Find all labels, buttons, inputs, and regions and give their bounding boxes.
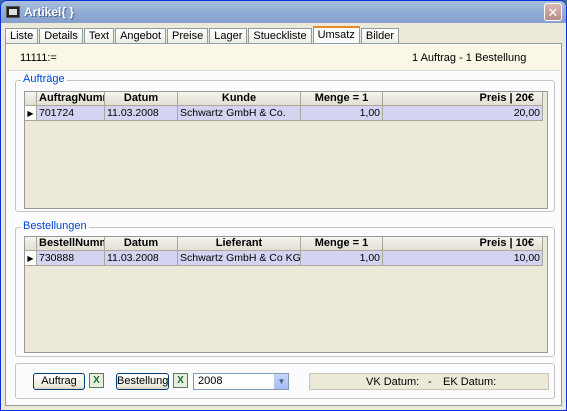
auftraege-grid[interactable]: AuftragNumme Datum Kunde Menge = 1 Preis… xyxy=(24,91,548,209)
row-pointer-icon: ▶ xyxy=(25,251,37,266)
table-cell[interactable]: Schwartz GmbH & Co. xyxy=(178,106,301,121)
table-cell[interactable]: 730888 xyxy=(37,251,105,266)
auftrag-button[interactable]: Auftrag xyxy=(33,373,85,390)
info-bar: 11111:= 1 Auftrag - 1 Bestellung xyxy=(7,45,560,71)
column-header[interactable]: Datum xyxy=(105,92,178,106)
close-button[interactable]: ✕ xyxy=(544,3,562,21)
column-header[interactable]: Menge = 1 xyxy=(301,237,383,251)
table-cell[interactable]: 11.03.2008 xyxy=(105,106,178,121)
tab-umsatz[interactable]: Umsatz xyxy=(312,26,360,44)
grid-header: AuftragNumme Datum Kunde Menge = 1 Preis… xyxy=(25,92,547,106)
tab-preise[interactable]: Preise xyxy=(167,28,209,44)
column-header[interactable]: BestellNumme xyxy=(37,237,105,251)
tab-angebot[interactable]: Angebot xyxy=(115,28,167,44)
year-value: 2008 xyxy=(198,375,223,387)
tab-bilder[interactable]: Bilder xyxy=(360,28,399,44)
table-cell[interactable]: Schwartz GmbH & Co KG xyxy=(178,251,301,266)
bestellungen-group: Bestellungen BestellNumme Datum Lieferan… xyxy=(15,220,555,357)
footer-bar: Auftrag X Bestellung X 2008 ▼ VK Datum: … xyxy=(15,363,555,399)
bestellung-button[interactable]: Bestellung xyxy=(116,373,169,390)
tab-strip: Liste Details Text Angebot Preise Lager … xyxy=(5,26,400,44)
artikel-window: Artikel{ } ✕ Liste Details Text Angebot … xyxy=(0,0,567,411)
date-status-box: VK Datum: - EK Datum: xyxy=(309,373,549,390)
column-header[interactable]: Kunde xyxy=(178,92,301,106)
grid-header: BestellNumme Datum Lieferant Menge = 1 P… xyxy=(25,237,547,251)
column-header[interactable]: Preis | 20€ xyxy=(383,92,543,106)
auftraege-group: Aufträge AuftragNumme Datum Kunde Menge … xyxy=(15,73,555,212)
tab-liste[interactable]: Liste xyxy=(5,28,39,44)
ek-date-label: EK Datum: xyxy=(443,376,497,388)
table-cell[interactable]: 1,00 xyxy=(301,106,383,121)
table-row[interactable]: ▶ 730888 11.03.2008 Schwartz GmbH & Co K… xyxy=(25,251,547,266)
column-header[interactable]: AuftragNumme xyxy=(37,92,105,106)
excel-export-icon[interactable]: X xyxy=(173,373,188,388)
summary-text: 1 Auftrag - 1 Bestellung xyxy=(412,52,527,64)
vk-date-label: VK Datum: xyxy=(366,376,420,388)
tab-text[interactable]: Text xyxy=(83,28,115,44)
article-key: 11111:= xyxy=(20,52,57,64)
table-cell[interactable]: 10,00 xyxy=(383,251,543,266)
bestellungen-legend: Bestellungen xyxy=(21,220,89,232)
chevron-down-icon[interactable]: ▼ xyxy=(274,374,288,389)
row-selector-header xyxy=(25,92,37,106)
row-pointer-icon: ▶ xyxy=(25,106,37,121)
year-select[interactable]: 2008 ▼ xyxy=(193,373,289,390)
row-selector-header xyxy=(25,237,37,251)
excel-export-icon[interactable]: X xyxy=(89,373,104,388)
tab-stueckliste[interactable]: Stueckliste xyxy=(248,28,312,44)
umsatz-panel: 11111:= 1 Auftrag - 1 Bestellung Aufträg… xyxy=(5,43,562,406)
app-window-icon xyxy=(6,6,20,18)
table-row[interactable]: ▶ 701724 11.03.2008 Schwartz GmbH & Co. … xyxy=(25,106,547,121)
column-header[interactable]: Lieferant xyxy=(178,237,301,251)
date-separator: - xyxy=(428,376,432,388)
auftraege-legend: Aufträge xyxy=(21,73,67,85)
window-title: Artikel{ } xyxy=(24,5,75,19)
table-cell[interactable]: 701724 xyxy=(37,106,105,121)
table-cell[interactable]: 20,00 xyxy=(383,106,543,121)
bestellungen-grid[interactable]: BestellNumme Datum Lieferant Menge = 1 P… xyxy=(24,236,548,353)
column-header[interactable]: Preis | 10€ xyxy=(383,237,543,251)
column-header[interactable]: Datum xyxy=(105,237,178,251)
column-header[interactable]: Menge = 1 xyxy=(301,92,383,106)
table-cell[interactable]: 1,00 xyxy=(301,251,383,266)
table-cell[interactable]: 11.03.2008 xyxy=(105,251,178,266)
title-bar[interactable]: Artikel{ } ✕ xyxy=(1,1,566,23)
tab-details[interactable]: Details xyxy=(39,28,83,44)
tab-lager[interactable]: Lager xyxy=(209,28,248,44)
